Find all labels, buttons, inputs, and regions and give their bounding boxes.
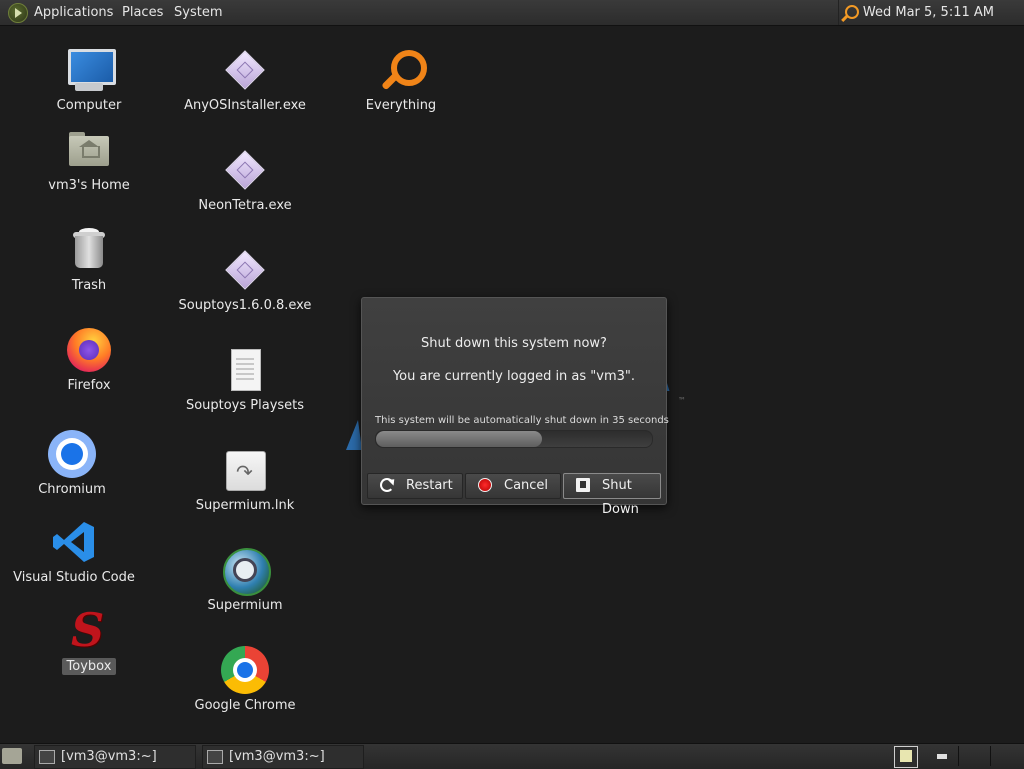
shortcut-icon: ↷ [221,446,269,494]
workspace-divider [990,746,991,766]
desktop-icon-label: Google Chrome [194,698,296,713]
exe-icon [221,146,269,194]
countdown-text: This system will be automatically shut d… [375,415,669,426]
taskbar-item-label: [vm3@vm3:~] [61,749,157,764]
desktop-icon-supermium-lnk[interactable]: ↷ Supermium.lnk [170,446,320,513]
restart-button[interactable]: Restart [367,473,463,499]
dialog-title: Shut down this system now? [421,336,607,351]
chrome-icon [221,646,269,694]
cancel-button[interactable]: Cancel [465,473,561,499]
desktop-icon-label: Chromium [38,482,106,497]
workspace-switcher-icon[interactable] [937,754,947,759]
clock-text: Wed Mar 5, 5:11 AM [862,5,994,20]
desktop-icon-trash[interactable]: Trash [14,226,164,293]
exe-icon [221,46,269,94]
exe-icon [221,246,269,294]
desktop-icon-label: Trash [71,278,107,293]
terminal-icon [207,750,223,764]
desktop-icon-anyosinstaller[interactable]: AnyOSInstaller.exe [170,46,320,113]
bottom-panel: [vm3@vm3:~] [vm3@vm3:~] [0,743,1024,769]
distro-logo-icon[interactable] [8,3,28,23]
firefox-icon [65,326,113,374]
desktop-icon-label: Everything [365,98,437,113]
countdown-progress-bar [375,430,653,448]
desktop-icon-label: Toybox [61,658,117,675]
desktop-icon-neontetra[interactable]: NeonTetra.exe [170,146,320,213]
toybox-icon: S [71,603,105,657]
applications-menu[interactable]: Applications [34,0,113,25]
taskbar-item-terminal[interactable]: [vm3@vm3:~] [34,745,196,769]
clock[interactable]: Wed Mar 5, 5:11 AM [837,0,1024,25]
taskbar-item-terminal[interactable]: [vm3@vm3:~] [202,745,364,769]
desktop-icon-everything[interactable]: Everything [326,46,476,113]
shutdown-button[interactable]: Shut Down [563,473,661,517]
desktop-icon-label: vm3's Home [48,178,130,193]
desktop-icon-google-chrome[interactable]: Google Chrome [170,646,320,713]
taskbar-item-label: [vm3@vm3:~] [229,749,325,764]
wallpaper-logo: ™ [678,396,686,405]
shutdown-dialog: Shut down this system now? You are curre… [361,297,669,517]
desktop-icon-supermium[interactable]: Supermium [170,546,320,613]
desktop-icon-home[interactable]: vm3's Home [14,126,164,193]
notes-tray-icon[interactable] [894,746,918,768]
desktop-icon-souptoys-installer[interactable]: Souptoys1.6.0.8.exe [170,246,320,313]
cancel-icon [478,478,492,492]
desktop-icon-chromium[interactable]: Chromium [0,430,147,497]
desktop-icon-label: Souptoys Playsets [185,398,305,413]
shutdown-icon [576,478,590,492]
desktop-icon-firefox[interactable]: Firefox [14,326,164,393]
desktop-icon-label: Firefox [67,378,111,393]
workspace-divider [958,746,959,766]
cancel-label: Cancel [504,478,549,493]
top-panel: Applications Places System Wed Mar 5, 5:… [0,0,1024,26]
home-folder-icon [65,126,113,174]
vscode-icon [50,518,98,566]
desktop-icon-toybox[interactable]: S Toybox [14,606,164,675]
supermium-icon [221,546,271,596]
search-icon [844,5,859,19]
search-icon [377,46,427,94]
restart-icon [380,478,394,492]
places-menu[interactable]: Places [122,0,163,25]
computer-icon [65,46,116,94]
wallpaper-logo [346,420,362,450]
chromium-icon [48,430,96,478]
desktop-icon-label: AnyOSInstaller.exe [184,98,306,113]
system-menu[interactable]: System [174,0,222,25]
desktop-icon-computer[interactable]: Computer [14,46,164,113]
trash-icon [65,226,113,274]
desktop-icon-label: NeonTetra.exe [198,198,292,213]
desktop-icon-vscode[interactable]: Visual Studio Code [0,518,149,585]
desktop-icon-label: Souptoys1.6.0.8.exe [178,298,312,313]
progress-fill [376,431,542,447]
desktop-icon-label: Visual Studio Code [13,570,135,585]
desktop-icon-label: Computer [56,98,122,113]
desktop-icon-label: Supermium [207,598,283,613]
terminal-icon [39,750,55,764]
desktop-icon-souptoys-playsets[interactable]: Souptoys Playsets [170,346,320,413]
document-icon [221,346,269,394]
dialog-message: You are currently logged in as "vm3". [392,369,636,384]
show-desktop-icon[interactable] [2,748,22,764]
desktop-icon-label: Supermium.lnk [195,498,295,513]
restart-label: Restart [406,478,453,493]
shutdown-label: Shut Down [602,478,639,517]
